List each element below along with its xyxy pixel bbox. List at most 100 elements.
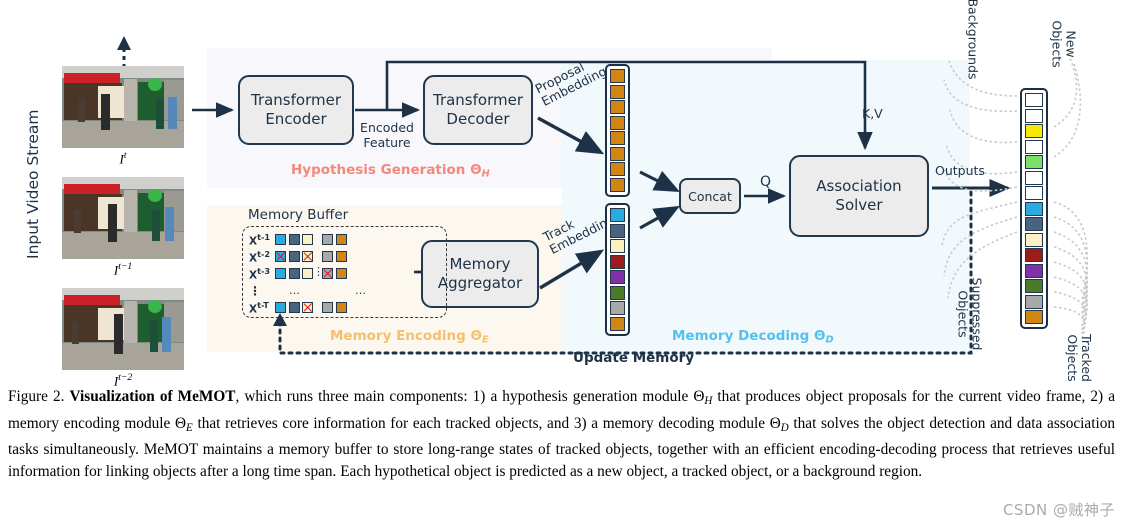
memory-cell <box>335 251 347 262</box>
embedding-cell <box>610 223 625 238</box>
frame-superscript: t <box>123 150 127 161</box>
stream-up-arrow <box>117 36 131 68</box>
memory-decoding-label: Memory Decoding ΘD <box>672 328 834 346</box>
embedding-cell <box>1025 263 1043 278</box>
video-frame-caption-t-1: It−1 <box>62 261 184 278</box>
embedding-cell <box>1025 155 1043 169</box>
memory-row-ellipsis: … <box>289 284 301 297</box>
embedding-cell <box>610 316 625 331</box>
memory-cell <box>288 302 300 313</box>
embedding-cell <box>610 146 625 161</box>
embedding-cell <box>610 115 625 130</box>
embedding-cell <box>1025 170 1043 185</box>
memory-buffer-row: ⋮ … … <box>249 283 367 298</box>
hypothesis-generation-sub: H <box>481 168 490 180</box>
memory-cell <box>275 268 286 279</box>
figure-diagram: Input Video Stream It It−1 It−2 Transfor… <box>0 0 1123 388</box>
tracked-objects-label: Tracked Objects <box>1064 334 1094 382</box>
video-frame-t <box>62 66 184 148</box>
video-frame-t-2 <box>62 288 184 370</box>
embedding-cell <box>1025 232 1043 247</box>
caption-bold: Visualization of MeMOT <box>69 388 236 405</box>
memory-cell <box>302 251 313 262</box>
transformer-decoder-box[interactable]: Transformer Decoder <box>423 75 533 145</box>
embedding-cell <box>610 301 625 315</box>
embedding-cell <box>610 208 625 222</box>
memory-buffer-row: Xt-2 <box>249 249 349 264</box>
memory-cell <box>335 268 347 279</box>
memory-cell <box>302 302 313 313</box>
embedding-cell <box>1025 186 1043 200</box>
memory-buffer-row: Xt-T <box>249 300 349 315</box>
association-solver-label: Association Solver <box>816 177 902 214</box>
caption-sub-d: D <box>780 421 789 434</box>
proposal-embeddings-strip <box>605 64 630 197</box>
embedding-cell <box>610 131 625 145</box>
embedding-cell <box>1025 279 1043 293</box>
memory-buffer: Xt-1 Xt-2 Xt-3 ⋮ ⋮ … … Xt-T <box>242 226 447 318</box>
memory-buffer-label: Memory Buffer <box>248 207 349 223</box>
memory-cell <box>335 302 347 313</box>
caption-sub-e: E <box>186 421 193 434</box>
embedding-cell <box>1025 124 1043 138</box>
new-objects-label: New Objects <box>1049 20 1079 68</box>
encoded-feature-label: Encoded Feature <box>360 120 414 150</box>
memory-row-label: ⋮ <box>249 283 261 298</box>
video-frame-caption-t: It <box>62 150 184 167</box>
backgrounds-label: Backgrounds <box>965 0 981 80</box>
transformer-encoder-box[interactable]: Transformer Encoder <box>238 75 354 145</box>
embedding-cell <box>610 177 625 192</box>
concat-box[interactable]: Concat <box>679 178 741 214</box>
memory-row-ellipsis: … <box>355 284 367 297</box>
embedding-cell <box>610 84 625 99</box>
track-embeddings-strip <box>605 203 630 336</box>
caption-prefix: Figure 2. <box>8 388 70 405</box>
memory-cell <box>288 268 300 279</box>
embedding-cell <box>1025 93 1043 107</box>
embedding-cell <box>610 100 625 114</box>
memory-aggregator-label: Memory Aggregator <box>437 255 523 292</box>
embedding-cell <box>1025 201 1043 216</box>
association-solver-box[interactable]: Association Solver <box>789 155 929 237</box>
embedding-cell <box>610 285 625 300</box>
memory-encoding-sub: E <box>481 334 489 346</box>
memory-cell <box>302 268 313 279</box>
embedding-cell <box>1025 108 1043 123</box>
embedding-cell <box>610 270 625 284</box>
video-frame-t-1 <box>62 177 184 259</box>
frame-superscript: t−2 <box>118 372 133 383</box>
memory-cell <box>302 234 313 245</box>
update-memory-label: Update Memory <box>573 350 695 366</box>
memory-cell <box>288 234 300 245</box>
caption-part1: , which runs three main components: 1) a… <box>235 388 705 405</box>
memory-cell <box>275 302 286 313</box>
embedding-cell <box>1025 248 1043 262</box>
input-video-stream-label: Input Video Stream <box>24 109 42 260</box>
embedding-cell <box>1025 294 1043 309</box>
memory-cell <box>322 302 333 313</box>
memory-cell <box>322 268 333 279</box>
caption-part3: that retrieves core information for each… <box>192 414 781 432</box>
embedding-cell <box>610 254 625 269</box>
memory-decoding-text: Memory Decoding Θ <box>672 328 826 344</box>
embedding-cell <box>1025 310 1043 324</box>
memory-buffer-row: Xt-1 <box>249 232 349 247</box>
memory-encoding-text: Memory Encoding Θ <box>330 328 482 344</box>
suppressed-objects-label: Suppressed Objects <box>955 277 985 351</box>
embedding-cell <box>610 239 625 253</box>
memory-cell <box>335 234 347 245</box>
embedding-cell <box>610 69 625 83</box>
figure-caption: Figure 2. Visualization of MeMOT, which … <box>8 386 1115 518</box>
concat-label: Concat <box>688 188 732 204</box>
hypothesis-generation-text: Hypothesis Generation Θ <box>291 162 482 178</box>
transformer-encoder-label: Transformer Encoder <box>250 91 341 128</box>
embedding-cell <box>610 162 625 176</box>
hypothesis-generation-label: Hypothesis Generation ΘH <box>291 162 490 180</box>
memory-encoding-label: Memory Encoding ΘE <box>330 328 489 346</box>
outputs-label: Outputs <box>935 163 985 178</box>
embedding-cell <box>1025 139 1043 154</box>
q-label: Q <box>760 174 772 190</box>
output-embeddings-strip <box>1020 88 1048 329</box>
memory-row-label: Xt-3 <box>249 265 271 282</box>
embedding-cell <box>1025 217 1043 231</box>
